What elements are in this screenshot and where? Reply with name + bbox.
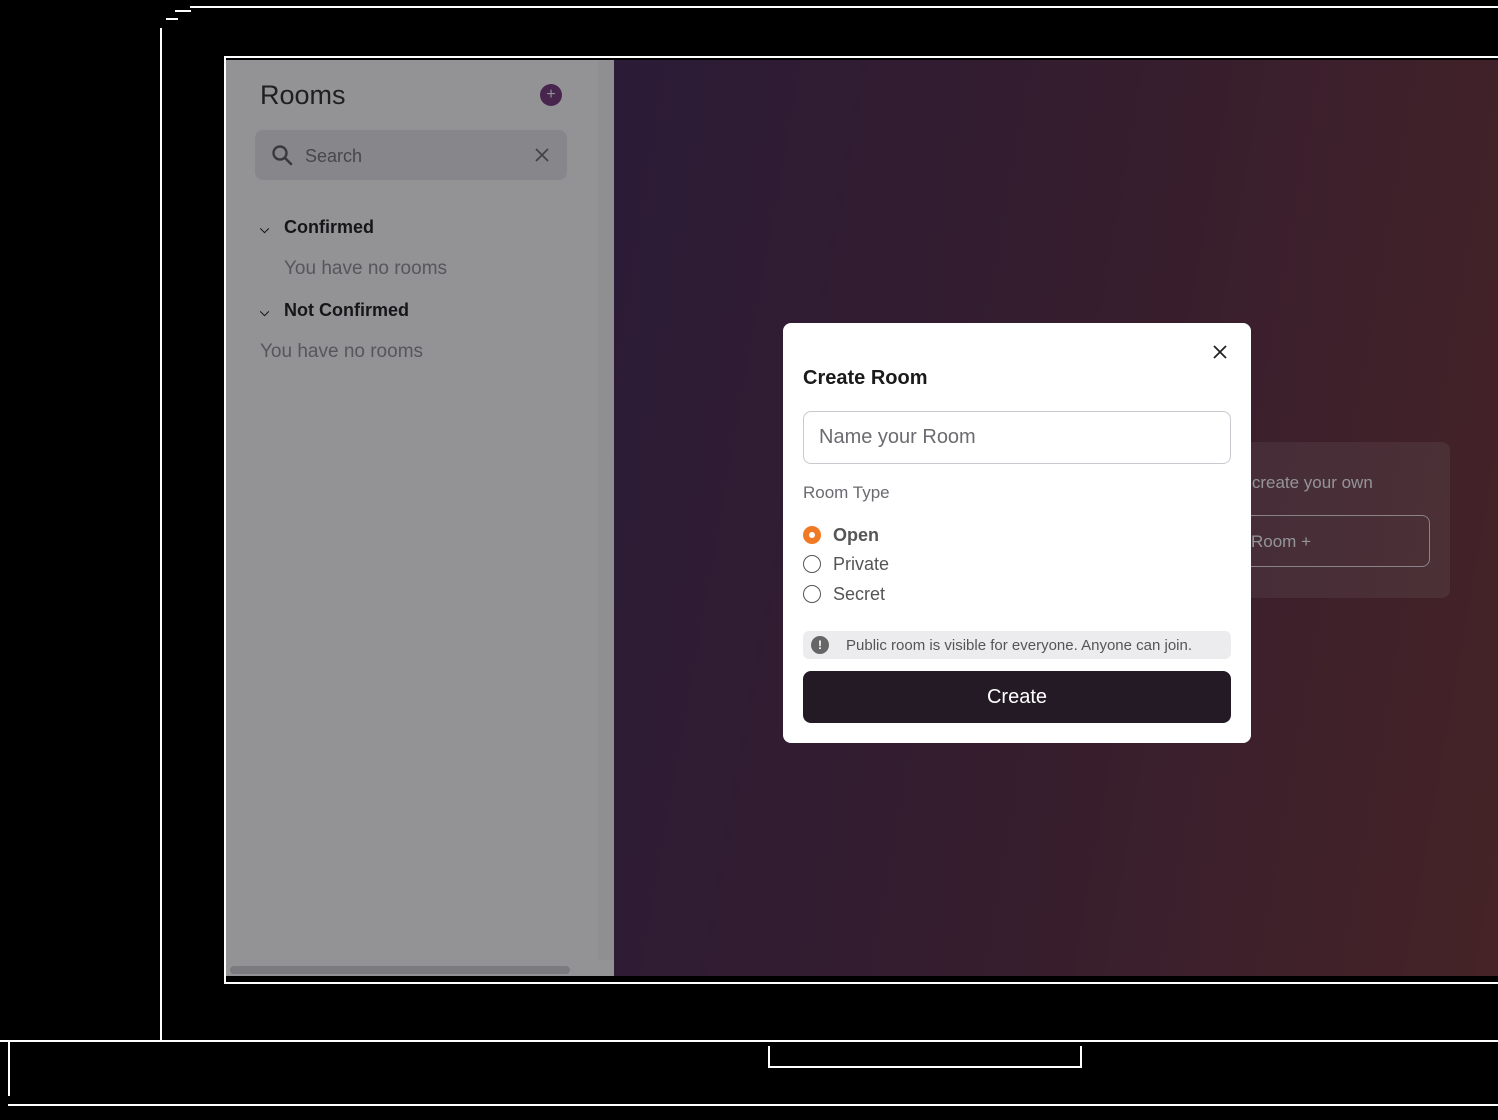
radio-button[interactable]: [803, 555, 821, 573]
modal-title: Create Room: [803, 367, 928, 389]
create-room-modal: Create Room Room Type Open Private Secre…: [783, 323, 1251, 743]
radio-button[interactable]: [803, 585, 821, 603]
app-screen: Rooms + ⌵Confirmed You have no rooms ⌵No…: [226, 60, 1498, 976]
room-type-label: Room Type: [803, 483, 890, 502]
room-name-input[interactable]: [803, 411, 1231, 464]
close-icon[interactable]: [1213, 345, 1227, 359]
radio-button[interactable]: [803, 526, 821, 544]
exclamation-icon: !: [811, 636, 829, 654]
radio-label: Private: [833, 554, 890, 574]
radio-label: Secret: [833, 584, 886, 604]
info-text: Public room is visible for everyone. Any…: [846, 637, 1193, 654]
radio-label: Open: [833, 525, 880, 545]
info-banner: ! Public room is visible for everyone. A…: [803, 631, 1231, 659]
create-button[interactable]: Create: [803, 671, 1231, 723]
